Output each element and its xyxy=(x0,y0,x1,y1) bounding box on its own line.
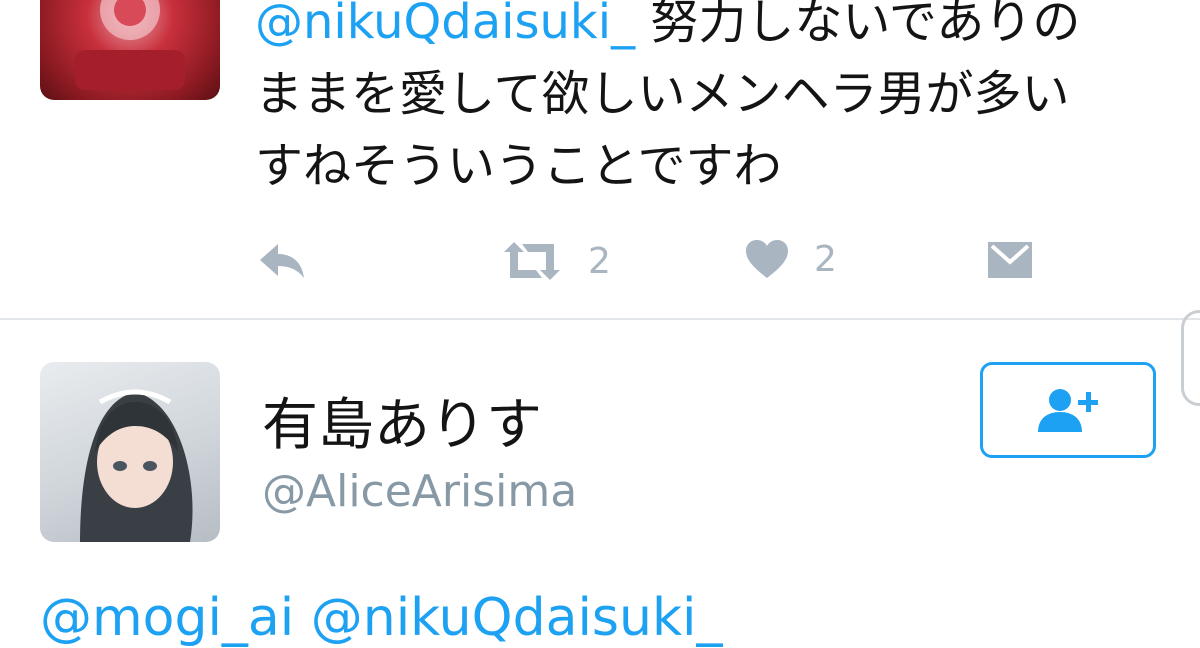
retweet-button[interactable]: 2 xyxy=(500,238,611,284)
retweet-count: 2 xyxy=(588,240,611,282)
profile-handle: @AliceArisima xyxy=(262,466,578,517)
scrollbar-edge xyxy=(1181,310,1200,406)
heart-icon xyxy=(746,240,788,278)
tweet-mention-link[interactable]: @nikuQdaisuki_ xyxy=(255,0,635,50)
tweet-text-line2: ままを愛して欲しいメンヘラ男が多い xyxy=(255,66,1070,122)
tweet-author-avatar[interactable] xyxy=(40,0,220,100)
reply-mentions[interactable]: @mogi_ai @nikuQdaisuki_ xyxy=(40,588,723,648)
like-button[interactable]: 2 xyxy=(744,238,837,280)
profile-display-name: 有島ありす xyxy=(262,393,542,458)
reply-icon xyxy=(260,244,304,278)
retweet-icon xyxy=(504,242,560,280)
envelope-icon xyxy=(988,242,1032,278)
direct-message-button[interactable] xyxy=(986,240,1034,280)
tweet-action-bar: 2 2 xyxy=(0,232,1200,292)
tweet-text-line1: 努力しないでありの xyxy=(635,0,1081,50)
reply-button[interactable] xyxy=(256,240,306,282)
follow-button[interactable] xyxy=(980,362,1156,458)
profile-avatar[interactable] xyxy=(40,362,220,542)
like-count: 2 xyxy=(814,238,837,280)
tweet-text-line3: すねそういうことですわ xyxy=(255,138,782,194)
add-user-icon xyxy=(1038,389,1098,432)
tweet-text: @nikuQdaisuki_ 努力しないでありの ままを愛して欲しいメンヘラ男が… xyxy=(255,0,1155,202)
tweet-divider xyxy=(0,318,1200,320)
avatar-image xyxy=(80,389,193,542)
avatar-image xyxy=(75,0,185,90)
